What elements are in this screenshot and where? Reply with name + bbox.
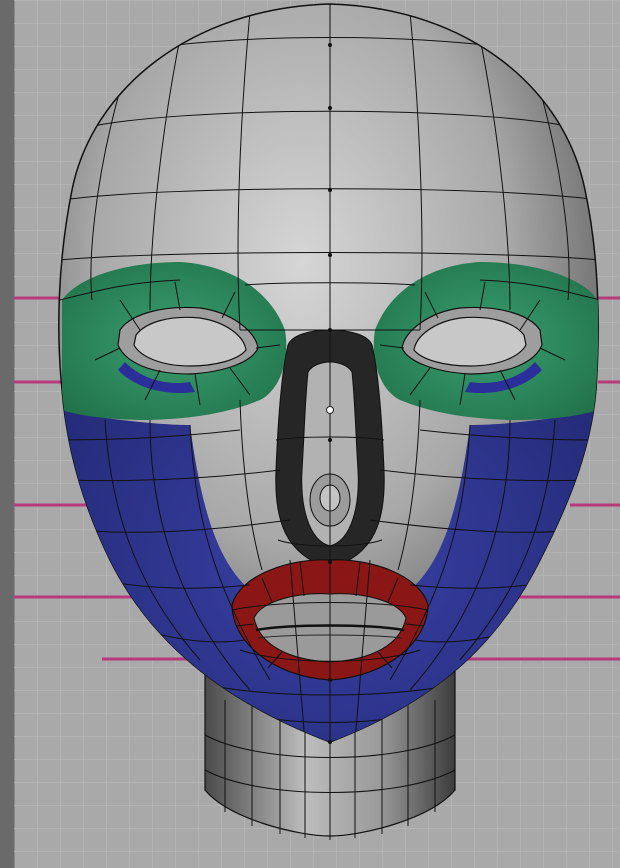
3d-viewport[interactable] [0,0,620,868]
viewport-canvas[interactable] [0,0,620,868]
pivot-origin-dot[interactable] [326,406,334,414]
